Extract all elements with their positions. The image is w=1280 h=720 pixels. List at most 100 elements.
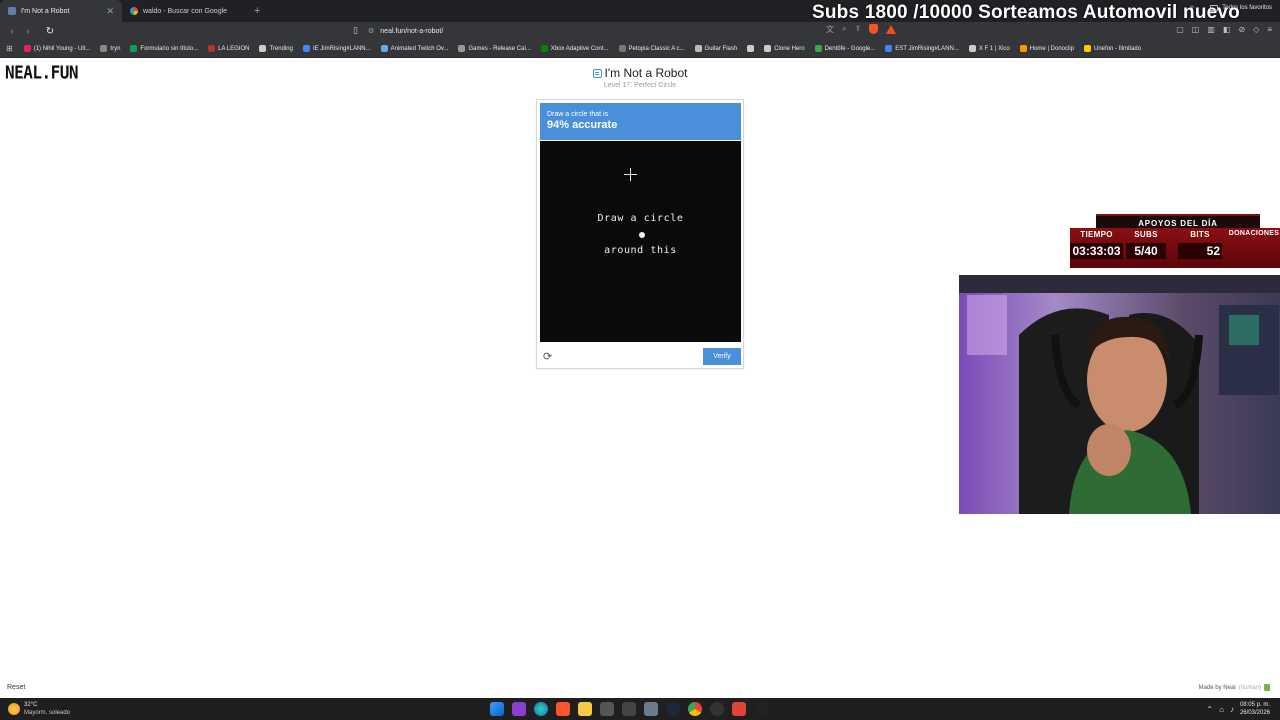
tab-search-icon[interactable]: ▥: [1207, 25, 1215, 34]
tab-label: waldo - Buscar con Google: [143, 7, 228, 15]
robot-favicon-icon: [8, 7, 16, 15]
clock[interactable]: 08:05 p. m. 26/03/2026: [1240, 701, 1270, 717]
bookmark-favicon-icon: [100, 45, 108, 52]
bookmark-label: Dentôfe - Google...: [824, 45, 876, 52]
edge-icon[interactable]: [534, 702, 548, 716]
tab-im-not-a-robot[interactable]: I'm Not a Robot ✕: [0, 0, 122, 22]
address-bar-row: ‹ › ↻ ▯ ⚙ neal.fun/not-a-robot/ 文 ⌕ ⇪ ▢ …: [0, 22, 1280, 40]
chevron-up-icon[interactable]: ⌃: [1206, 705, 1213, 714]
stat-label: DONACIONES: [1228, 230, 1280, 237]
bookmark-item[interactable]: Xbox Adaptive Cont...: [536, 45, 614, 52]
brave-rewards-icon[interactable]: [886, 25, 897, 34]
support-stats: TIEMPO 03:33:03 SUBS 5/40 BITS 52 DONACI…: [1070, 228, 1280, 268]
back-icon[interactable]: ‹: [4, 26, 20, 36]
bookmark-item[interactable]: tryn: [95, 45, 125, 52]
calculator-icon[interactable]: [622, 702, 636, 716]
stat-donations: DONACIONES: [1228, 230, 1280, 237]
brave-icon[interactable]: [556, 702, 570, 716]
bookmark-favicon-icon: [1084, 45, 1092, 52]
translate-icon[interactable]: 文: [826, 24, 834, 35]
drawing-canvas[interactable]: Draw a circle around this: [540, 141, 741, 342]
bookmark-favicon-icon: [458, 45, 466, 52]
bookmark-favicon-icon: [1019, 45, 1027, 52]
bookmark-item[interactable]: LA LEGION: [203, 45, 254, 52]
reset-link[interactable]: Reset: [7, 684, 25, 691]
bookmark-item[interactable]: [742, 45, 759, 52]
bookmark-item[interactable]: Formulario sin título...: [125, 45, 203, 52]
bookmark-item[interactable]: X F 1 | Xico: [964, 45, 1015, 52]
sidebar-icon[interactable]: ◫: [1192, 25, 1200, 34]
apps-icon[interactable]: ⊞: [4, 44, 19, 53]
bookmark-label: Petopia Classic A c...: [628, 45, 685, 52]
bookmark-favicon-icon: [618, 45, 626, 52]
bookmark-favicon-icon: [885, 45, 893, 52]
bookmark-item[interactable]: Animated Twitch Ov...: [376, 45, 454, 52]
shield-icon[interactable]: ◇: [1253, 25, 1259, 34]
obs-icon[interactable]: [754, 702, 768, 716]
bookmark-item[interactable]: (1) Nihil Young - Ult...: [19, 45, 96, 52]
app-purple-icon[interactable]: [512, 702, 526, 716]
bookmark-icon[interactable]: ▯: [353, 25, 358, 36]
bookmark-label: Xbox Adaptive Cont...: [550, 45, 609, 52]
steam-icon[interactable]: [666, 702, 680, 716]
wallet-icon[interactable]: ◧: [1223, 25, 1231, 34]
bookmark-item[interactable]: Dentôfe - Google...: [810, 45, 881, 52]
windows-taskbar: 32°C Mayorm. soleado ⌃ ⌂ ♪ 08:05 p. m. 2…: [0, 698, 1280, 720]
chrome-icon[interactable]: [688, 702, 702, 716]
bookmark-item[interactable]: Guitar Flash: [690, 45, 743, 52]
bookmarks-bar: ⊞ (1) Nihil Young - Ult... tryn Formulario…: [0, 40, 1280, 58]
made-by-text: Made by Neal: [1198, 684, 1236, 691]
vpn-icon[interactable]: ⊘: [1238, 25, 1245, 34]
bookmark-item[interactable]: IE JimRising#LANN...: [298, 45, 376, 52]
bookmark-label: Clone Hero: [774, 45, 805, 52]
bookmark-favicon-icon: [23, 45, 31, 52]
bookmark-item[interactable]: EST JimRising#LANN...: [880, 45, 964, 52]
menu-icon[interactable]: ≡: [1267, 25, 1272, 34]
bookmark-label: (1) Nihil Young - Ult...: [33, 45, 91, 52]
weather-widget[interactable]: 32°C Mayorm. soleado: [8, 701, 70, 717]
app-dark-icon[interactable]: [600, 702, 614, 716]
network-icon[interactable]: ⌂: [1219, 705, 1224, 714]
bookmark-item[interactable]: Clone Hero: [759, 45, 809, 52]
forward-icon[interactable]: ›: [20, 26, 36, 36]
more-bookmarks-icon[interactable]: »: [1190, 4, 1194, 11]
media-player-icon[interactable]: [710, 702, 724, 716]
new-tab-icon[interactable]: +: [246, 5, 268, 17]
weather-desc: Mayorm. soleado: [24, 710, 71, 716]
site-info-icon[interactable]: ⚙: [368, 27, 374, 35]
level-subtitle: Level 17: Perfect Circle: [603, 82, 677, 89]
bookmark-label: EST JimRising#LANN...: [895, 45, 959, 52]
made-by-credit[interactable]: Made by Neal (human): [1199, 684, 1270, 691]
bookmark-favicon-icon: [747, 45, 755, 52]
bookmark-item[interactable]: Petopia Classic A c...: [614, 45, 690, 52]
stream-support-overlay: APOYOS DEL DÍA TIEMPO 03:33:03 SUBS 5/40…: [1070, 214, 1280, 268]
refresh-icon[interactable]: ⟳: [543, 350, 552, 363]
file-explorer-icon[interactable]: [578, 702, 592, 716]
reload-icon[interactable]: ↻: [42, 26, 58, 37]
bookmark-label: Unefon - Ilimitado: [1094, 45, 1142, 52]
site-logo[interactable]: NEAL.FUN: [5, 62, 79, 83]
windows-start-icon[interactable]: [490, 702, 504, 716]
tab-google-search[interactable]: waldo - Buscar con Google: [122, 0, 246, 22]
settings-icon[interactable]: [644, 702, 658, 716]
extensions-icon[interactable]: ▢: [1176, 25, 1184, 34]
zoom-icon[interactable]: ⌕: [842, 24, 846, 35]
brave-alt-icon[interactable]: [732, 702, 746, 716]
url-field[interactable]: ⚙ neal.fun/not-a-robot/: [368, 24, 838, 38]
close-icon[interactable]: ✕: [106, 6, 114, 17]
bookmark-item[interactable]: Unefon - Ilimitado: [1079, 45, 1146, 52]
bookmark-item[interactable]: Home | Donoclip: [1015, 45, 1079, 52]
verify-button[interactable]: Verify: [703, 348, 741, 365]
toolbar-right: ▢ ◫ ▥ ◧ ⊘ ◇ ≡: [1176, 25, 1272, 34]
brave-shield-icon[interactable]: [869, 24, 879, 34]
volume-icon[interactable]: ♪: [1230, 705, 1234, 714]
share-icon[interactable]: ⇪: [854, 24, 861, 35]
address-actions: 文 ⌕ ⇪: [826, 24, 897, 35]
bookmark-favicon-icon: [380, 45, 388, 52]
pinned-apps: [490, 702, 768, 716]
bookmark-item[interactable]: Games - Release Cal...: [453, 45, 535, 52]
weather-text: 32°C Mayorm. soleado: [24, 701, 70, 717]
all-bookmarks-button[interactable]: Todos los favoritos: [1210, 5, 1272, 11]
bookmark-favicon-icon: [259, 45, 267, 52]
bookmark-item[interactable]: Trending: [254, 45, 297, 52]
